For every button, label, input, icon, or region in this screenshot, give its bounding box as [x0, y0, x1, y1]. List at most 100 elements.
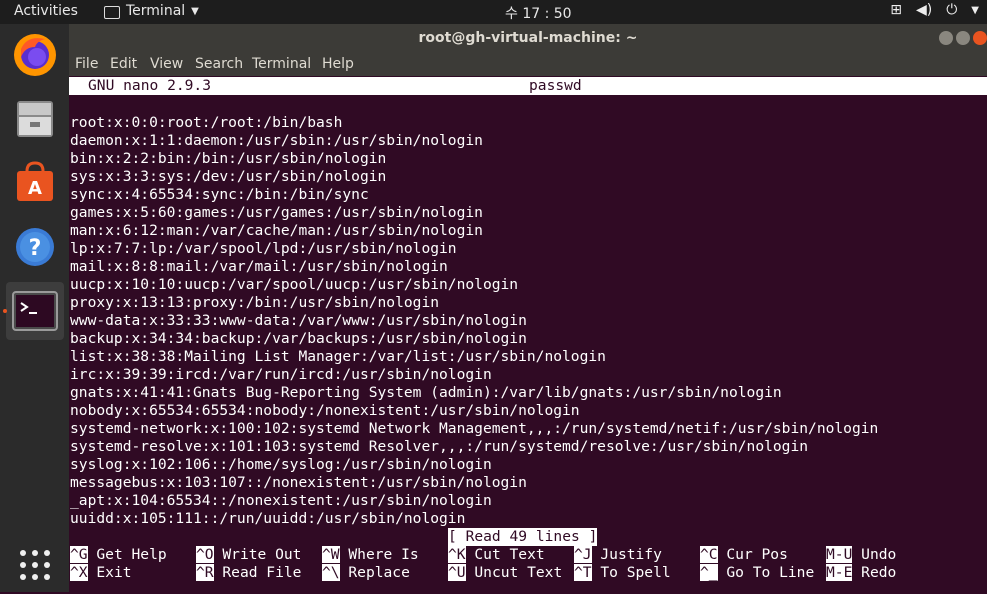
menu-view[interactable]: View — [150, 56, 183, 72]
shortcut-label: Cut Text — [474, 546, 545, 563]
file-line: root:x:0:0:root:/root:/bin/bash — [70, 114, 343, 131]
dock-files[interactable] — [6, 90, 64, 148]
shortcut-justify[interactable]: ^J Justify — [574, 546, 662, 564]
maximize-icon[interactable] — [956, 31, 970, 45]
svg-text:?: ? — [29, 236, 42, 261]
file-line: irc:x:39:39:ircd:/var/run/ircd:/usr/sbin… — [70, 366, 492, 383]
running-indicator — [3, 309, 7, 313]
shortcut-key: ^G — [70, 546, 88, 563]
shortcut-key: ^U — [448, 564, 466, 581]
svg-text:A: A — [28, 178, 42, 199]
file-line: bin:x:2:2:bin:/bin:/usr/sbin/nologin — [70, 150, 387, 167]
file-line: daemon:x:1:1:daemon:/usr/sbin:/usr/sbin/… — [70, 132, 483, 149]
files-icon — [17, 101, 53, 137]
file-line: backup:x:34:34:backup:/var/backups:/usr/… — [70, 330, 527, 347]
menu-search[interactable]: Search — [195, 56, 243, 72]
file-line: syslog:x:102:106::/home/syslog:/usr/sbin… — [70, 456, 492, 473]
top-bar: Activities Terminal ▼ 수 17 : 50 ⊞ ◀) ⏻ ▼ — [0, 0, 987, 24]
shortcut-label: Exit — [96, 564, 132, 581]
nano-header: GNU nano 2.9.3 passwd — [69, 77, 987, 95]
file-line: systemd-resolve:x:101:103:systemd Resolv… — [70, 438, 809, 455]
window-titlebar[interactable]: root@gh-virtual-machine: ~ — [69, 24, 987, 52]
file-line: games:x:5:60:games:/usr/games:/usr/sbin/… — [70, 204, 483, 221]
terminal-small-icon — [104, 5, 120, 19]
activities-button[interactable]: Activities — [14, 3, 78, 19]
dock-help[interactable]: ? — [6, 218, 64, 276]
shortcut-where-is[interactable]: ^W Where Is — [322, 546, 419, 564]
shortcut-label: Uncut Text — [474, 564, 563, 581]
shortcut-label: Write Out — [222, 546, 302, 563]
file-line: lp:x:7:7:lp:/var/spool/lpd:/usr/sbin/nol… — [70, 240, 457, 257]
chevron-down-icon[interactable]: ▼ — [971, 5, 979, 16]
window-title: root@gh-virtual-machine: ~ — [418, 30, 638, 46]
shortcut-label: Undo — [861, 546, 897, 563]
system-tray[interactable]: ⊞ ◀) ⏻ ▼ — [890, 2, 979, 18]
app-menu-label: Terminal — [126, 3, 186, 19]
shortcut-exit[interactable]: ^X Exit — [70, 564, 132, 582]
terminal-icon — [12, 291, 58, 331]
network-icon[interactable]: ⊞ — [890, 2, 902, 18]
dock-software[interactable]: A — [6, 154, 64, 212]
volume-icon[interactable]: ◀) — [916, 2, 932, 18]
shortcut-write-out[interactable]: ^O Write Out — [196, 546, 301, 564]
terminal-window: root@gh-virtual-machine: ~ File Edit Vie… — [69, 24, 987, 592]
file-line: uucp:x:10:10:uucp:/var/spool/uucp:/usr/s… — [70, 276, 519, 293]
minimize-icon[interactable] — [939, 31, 953, 45]
shortcut-cur-pos[interactable]: ^C Cur Pos — [700, 546, 788, 564]
app-menu[interactable]: Terminal ▼ — [104, 3, 199, 19]
menu-file[interactable]: File — [75, 56, 98, 72]
close-icon[interactable] — [973, 31, 987, 45]
shortcut-key: ^T — [574, 564, 592, 581]
dock-terminal[interactable] — [6, 282, 64, 340]
nano-version: GNU nano 2.9.3 — [88, 77, 212, 94]
file-line: messagebus:x:103:107::/nonexistent:/usr/… — [70, 474, 527, 491]
window-controls — [939, 31, 987, 45]
shortcut-label: Redo — [861, 564, 897, 581]
shortcut-label: Cur Pos — [726, 546, 788, 563]
file-line: _apt:x:104:65534::/nonexistent:/usr/sbin… — [70, 492, 492, 509]
shortcut-key: ^O — [196, 546, 214, 563]
nano-status: [ Read 49 lines ] — [448, 528, 598, 546]
shortcut-go-to-line[interactable]: ^_ Go To Line — [700, 564, 814, 582]
file-line: www-data:x:33:33:www-data:/var/www:/usr/… — [70, 312, 527, 329]
shortcut-label: Read File — [222, 564, 302, 581]
show-apps-icon — [20, 550, 50, 580]
file-line: mail:x:8:8:mail:/var/mail:/usr/sbin/nolo… — [70, 258, 448, 275]
shortcut-key: ^C — [700, 546, 718, 563]
shortcut-redo[interactable]: M-E Redo — [826, 564, 896, 582]
file-line: nobody:x:65534:65534:nobody:/nonexistent… — [70, 402, 580, 419]
file-line: man:x:6:12:man:/var/cache/man:/usr/sbin/… — [70, 222, 483, 239]
shortcut-key: ^K — [448, 546, 466, 563]
shortcut-get-help[interactable]: ^G Get Help — [70, 546, 167, 564]
clock[interactable]: 수 17 : 50 — [505, 3, 572, 23]
file-line: list:x:38:38:Mailing List Manager:/var/l… — [70, 348, 606, 365]
shortcut-replace[interactable]: ^\ Replace — [322, 564, 410, 582]
dock-show-apps[interactable] — [6, 536, 64, 594]
terminal-content[interactable]: GNU nano 2.9.3 passwd root:x:0:0:root:/r… — [69, 76, 987, 592]
shortcut-key: ^J — [574, 546, 592, 563]
firefox-icon — [14, 34, 56, 76]
dock-firefox[interactable] — [6, 26, 64, 84]
shortcut-cut-text[interactable]: ^K Cut Text — [448, 546, 545, 564]
shortcut-label: Justify — [600, 546, 662, 563]
shortcut-read-file[interactable]: ^R Read File — [196, 564, 301, 582]
menu-edit[interactable]: Edit — [110, 56, 137, 72]
shortcut-uncut-text[interactable]: ^U Uncut Text — [448, 564, 562, 582]
menu-help[interactable]: Help — [322, 56, 354, 72]
shortcut-label: Get Help — [96, 546, 167, 563]
menu-bar: File Edit View Search Terminal Help — [69, 52, 987, 76]
shortcut-key: ^R — [196, 564, 214, 581]
file-content[interactable]: root:x:0:0:root:/root:/bin/bash daemon:x… — [70, 114, 878, 528]
shortcut-label: Replace — [348, 564, 410, 581]
shortcut-key: M-U — [826, 546, 853, 563]
shortcut-label: Go To Line — [726, 564, 815, 581]
file-line: sync:x:4:65534:sync:/bin:/bin/sync — [70, 186, 369, 203]
menu-terminal[interactable]: Terminal — [252, 56, 311, 72]
shortcut-to-spell[interactable]: ^T To Spell — [574, 564, 671, 582]
software-icon: A — [17, 161, 53, 201]
file-line: systemd-network:x:100:102:systemd Networ… — [70, 420, 879, 437]
shortcut-key: ^\ — [322, 564, 340, 581]
shortcut-undo[interactable]: M-U Undo — [826, 546, 896, 564]
power-icon[interactable]: ⏻ — [946, 2, 957, 18]
file-line: uuidd:x:105:111::/run/uuidd:/usr/sbin/no… — [70, 510, 466, 527]
